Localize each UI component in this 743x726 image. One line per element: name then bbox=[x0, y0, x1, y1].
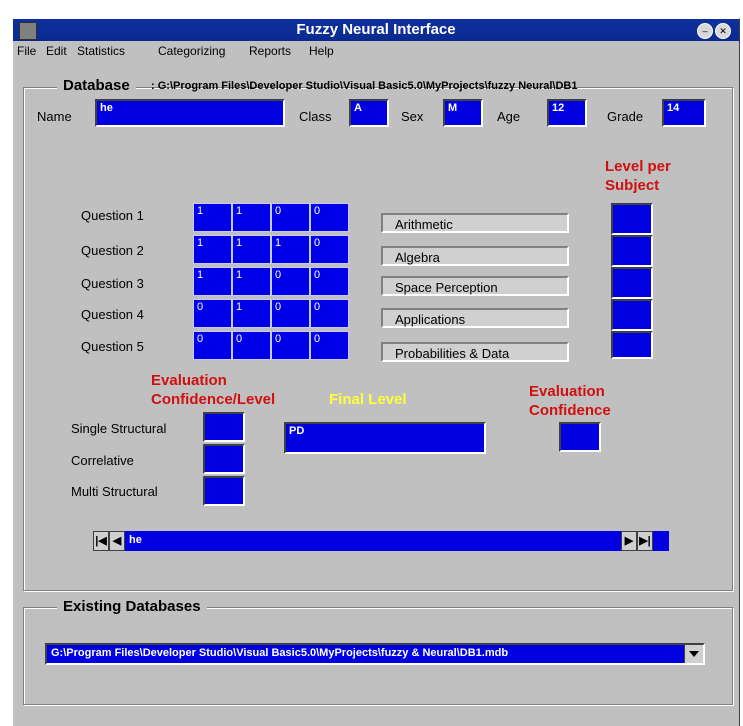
answer-cell-q1-1[interactable]: 1 bbox=[193, 203, 232, 232]
existing-databases-legend: Existing Databases bbox=[57, 598, 207, 615]
answer-cell-q3-4[interactable]: 0 bbox=[310, 267, 349, 296]
menu-statistics[interactable]: Statistics bbox=[77, 44, 125, 58]
answer-cell-q2-4[interactable]: 0 bbox=[310, 235, 349, 264]
sex-field[interactable]: M bbox=[443, 99, 483, 127]
evaluation-confidence-label: Evaluation Confidence bbox=[529, 383, 611, 419]
sex-label: Sex bbox=[401, 109, 424, 124]
answer-cell-q4-1[interactable]: 0 bbox=[193, 299, 232, 328]
database-select-value: G:\Program Files\Developer Studio\Visual… bbox=[51, 647, 509, 659]
answer-cell-q3-2[interactable]: 1 bbox=[232, 267, 271, 296]
menu-bar: File Edit Statistics Categorizing Report… bbox=[13, 41, 739, 61]
database-select[interactable]: G:\Program Files\Developer Studio\Visual… bbox=[45, 643, 705, 665]
final-level-label: Final Level bbox=[329, 391, 407, 408]
age-label: Age bbox=[497, 109, 521, 124]
subject-arithmetic: Arithmetic bbox=[381, 213, 569, 233]
class-label: Class bbox=[299, 109, 332, 124]
minimize-button[interactable]: – bbox=[697, 23, 713, 39]
subject-algebra: Algebra bbox=[381, 246, 569, 266]
menu-categorizing[interactable]: Categorizing bbox=[158, 44, 225, 58]
multi-structural-label: Multi Structural bbox=[71, 484, 158, 499]
level-per-subject-label: Level per Subject bbox=[605, 158, 671, 194]
correlative-label: Correlative bbox=[71, 453, 134, 468]
answer-cell-q1-4[interactable]: 0 bbox=[310, 203, 349, 232]
menu-help[interactable]: Help bbox=[309, 44, 334, 58]
chevron-down-icon bbox=[689, 651, 699, 657]
answer-cell-q5-1[interactable]: 0 bbox=[193, 331, 232, 360]
answer-cell-q1-3[interactable]: 0 bbox=[271, 203, 310, 232]
menu-file[interactable]: File bbox=[17, 44, 36, 58]
question-2-label: Question 2 bbox=[81, 243, 144, 258]
level-arithmetic-field[interactable] bbox=[611, 203, 653, 235]
menu-edit[interactable]: Edit bbox=[46, 44, 67, 58]
first-record-button[interactable]: |◀ bbox=[93, 531, 109, 551]
answer-cell-q3-1[interactable]: 1 bbox=[193, 267, 232, 296]
question-1-label: Question 1 bbox=[81, 208, 144, 223]
single-structural-label: Single Structural bbox=[71, 421, 167, 436]
subject-space-perception: Space Perception bbox=[381, 276, 569, 296]
grade-label: Grade bbox=[607, 109, 644, 124]
level-algebra-field[interactable] bbox=[611, 235, 653, 267]
name-field[interactable]: he bbox=[95, 99, 285, 127]
final-level-field[interactable]: PD bbox=[284, 422, 486, 454]
answer-cell-q5-3[interactable]: 0 bbox=[271, 331, 310, 360]
window-title: Fuzzy Neural Interface bbox=[296, 21, 456, 38]
menu-reports[interactable]: Reports bbox=[249, 44, 291, 58]
level-applications-field[interactable] bbox=[611, 299, 653, 331]
single-structural-field[interactable] bbox=[203, 412, 245, 442]
database-path: : G:\Program Files\Developer Studio\Visu… bbox=[151, 80, 578, 92]
title-bar: Fuzzy Neural Interface – ✕ bbox=[13, 19, 739, 41]
answer-cell-q1-2[interactable]: 1 bbox=[232, 203, 271, 232]
question-5-label: Question 5 bbox=[81, 339, 144, 354]
answer-cell-q4-2[interactable]: 1 bbox=[232, 299, 271, 328]
level-probabilities-field[interactable] bbox=[611, 331, 653, 359]
multi-structural-field[interactable] bbox=[203, 476, 245, 506]
correlative-field[interactable] bbox=[203, 444, 245, 474]
database-legend: Database bbox=[57, 77, 136, 94]
answer-cell-q4-3[interactable]: 0 bbox=[271, 299, 310, 328]
answer-cell-q2-1[interactable]: 1 bbox=[193, 235, 232, 264]
age-field[interactable]: 12 bbox=[547, 99, 587, 127]
last-record-button[interactable]: ▶| bbox=[637, 531, 653, 551]
record-navigator: |◀ ◀ he ▶ ▶| bbox=[93, 531, 669, 551]
app-window: Fuzzy Neural Interface – ✕ File Edit Sta… bbox=[12, 18, 740, 726]
question-4-label: Question 4 bbox=[81, 307, 144, 322]
close-button[interactable]: ✕ bbox=[715, 23, 731, 39]
answer-cell-q2-3[interactable]: 1 bbox=[271, 235, 310, 264]
answer-cell-q3-3[interactable]: 0 bbox=[271, 267, 310, 296]
answer-cell-q4-4[interactable]: 0 bbox=[310, 299, 349, 328]
answer-cell-q5-2[interactable]: 0 bbox=[232, 331, 271, 360]
answer-cell-q2-2[interactable]: 1 bbox=[232, 235, 271, 264]
class-field[interactable]: A bbox=[349, 99, 389, 127]
subject-probabilities-data: Probabilities & Data bbox=[381, 342, 569, 362]
previous-record-button[interactable]: ◀ bbox=[109, 531, 125, 551]
name-label: Name bbox=[37, 109, 72, 124]
record-caption: he bbox=[129, 534, 142, 546]
evaluation-confidence-level-label: Evaluation Confidence/Level bbox=[151, 372, 276, 408]
next-record-button[interactable]: ▶ bbox=[621, 531, 637, 551]
answer-cell-q5-4[interactable]: 0 bbox=[310, 331, 349, 360]
dropdown-button[interactable] bbox=[684, 645, 703, 663]
grade-field[interactable]: 14 bbox=[662, 99, 706, 127]
evaluation-confidence-field[interactable] bbox=[559, 422, 601, 452]
question-3-label: Question 3 bbox=[81, 276, 144, 291]
subject-applications: Applications bbox=[381, 308, 569, 328]
level-space-perception-field[interactable] bbox=[611, 267, 653, 299]
